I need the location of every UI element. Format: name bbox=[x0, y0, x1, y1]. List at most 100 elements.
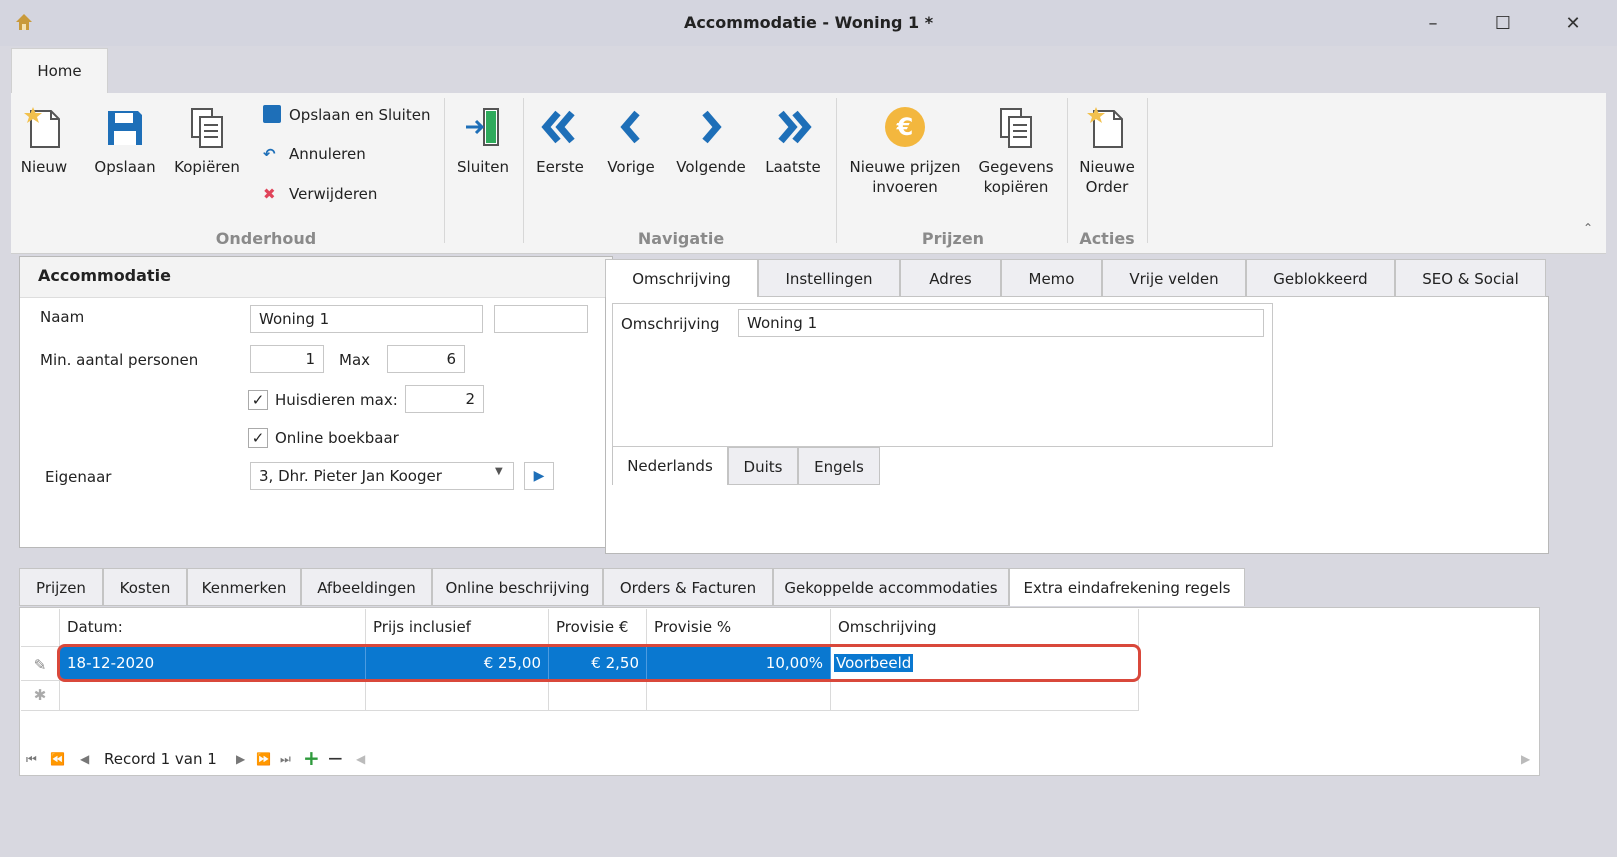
new-row-cell[interactable] bbox=[549, 681, 647, 711]
grid-cell-omschrijving-text: Voorbeeld bbox=[834, 654, 914, 672]
nieuwe-order-label: Nieuwe bbox=[1079, 158, 1135, 176]
volgende-label: Volgende bbox=[676, 158, 746, 176]
group-navigatie: Navigatie bbox=[637, 229, 725, 248]
bottom-tab-kosten[interactable]: Kosten bbox=[103, 568, 187, 606]
tab-vrije-velden[interactable]: Vrije velden bbox=[1102, 259, 1246, 297]
next-page-icon[interactable]: ⏩ bbox=[256, 752, 271, 766]
ribbon-separator bbox=[523, 98, 524, 243]
lang-tab-duits[interactable]: Duits bbox=[728, 447, 798, 485]
verwijderen-button[interactable]: ✖ Verwijderen bbox=[263, 184, 377, 204]
remove-record-icon[interactable]: − bbox=[327, 746, 344, 770]
column-header-3[interactable]: Provisie % bbox=[647, 609, 831, 647]
nieuwe-prijzen-label: Nieuwe prijzen bbox=[849, 158, 961, 176]
bottom-tab-afbeeldingen[interactable]: Afbeeldingen bbox=[301, 568, 432, 606]
naam-extra-input[interactable] bbox=[494, 305, 588, 333]
vorige-button[interactable]: Vorige bbox=[603, 105, 659, 177]
laatste-label: Laatste bbox=[765, 158, 821, 176]
record-indicator: Record 1 van 1 bbox=[104, 750, 217, 768]
bottom-tab-kenmerken[interactable]: Kenmerken bbox=[187, 568, 301, 606]
delete-icon: ✖ bbox=[263, 185, 276, 203]
column-header-4[interactable]: Omschrijving bbox=[831, 609, 1139, 647]
column-header-1[interactable]: Prijs inclusief bbox=[366, 609, 549, 647]
max-personen-input[interactable]: 6 bbox=[387, 345, 465, 373]
double-chevron-left-icon bbox=[541, 110, 575, 144]
omschrijving-input[interactable]: Woning 1 bbox=[738, 309, 1264, 337]
tab-geblokkeerd[interactable]: Geblokkeerd bbox=[1246, 259, 1395, 297]
eerste-label: Eerste bbox=[536, 158, 584, 176]
play-arrow-icon: ▶ bbox=[533, 468, 545, 484]
kopieren-button[interactable]: Kopiëren bbox=[171, 105, 243, 177]
bottom-tab-gekoppelde-accommodaties[interactable]: Gekoppelde accommodaties bbox=[773, 568, 1009, 606]
ribbon-separator bbox=[836, 98, 837, 243]
tab-home[interactable]: Home bbox=[11, 48, 108, 95]
sluiten-button[interactable]: Sluiten bbox=[453, 105, 513, 177]
new-row-cell[interactable] bbox=[366, 681, 549, 711]
nieuwe-order-button[interactable]: Nieuwe Order bbox=[1075, 105, 1139, 197]
huisdieren-checkbox[interactable]: ✓ bbox=[248, 390, 268, 410]
opslaan-button[interactable]: Opslaan bbox=[93, 105, 157, 177]
eigenaar-select[interactable]: 3, Dhr. Pieter Jan Kooger bbox=[250, 462, 514, 490]
minimize-button[interactable]: – bbox=[1413, 10, 1453, 38]
new-row-cell[interactable] bbox=[60, 681, 366, 711]
close-button[interactable]: ✕ bbox=[1553, 10, 1593, 38]
prev-record-icon[interactable]: ◀ bbox=[80, 752, 89, 766]
exit-icon bbox=[466, 108, 499, 146]
nieuw-button[interactable]: Nieuw bbox=[19, 105, 69, 177]
gegevens-label-line2: kopiëren bbox=[983, 178, 1049, 196]
column-header-2[interactable]: Provisie € bbox=[549, 609, 647, 647]
euro-coin-icon: € bbox=[885, 107, 925, 147]
grid-indicator-header bbox=[21, 609, 60, 647]
grid-cell-provisie_pct[interactable]: 10,00% bbox=[647, 647, 831, 681]
laatste-button[interactable]: Laatste bbox=[761, 105, 825, 177]
grid-cell-prijs[interactable]: € 25,00 bbox=[366, 647, 549, 681]
group-acties: Acties bbox=[1079, 229, 1135, 248]
next-record-icon[interactable]: ▶ bbox=[236, 752, 245, 766]
naam-input[interactable]: Woning 1 bbox=[250, 305, 483, 333]
annuleren-button[interactable]: ↶ Annuleren bbox=[263, 144, 366, 164]
bottom-tab-extra-eindafrekening-regels[interactable]: Extra eindafrekening regels bbox=[1009, 568, 1245, 606]
accommodatie-header: Accommodatie bbox=[38, 266, 171, 285]
eerste-button[interactable]: Eerste bbox=[531, 105, 589, 177]
bottom-tab-online-beschrijving[interactable]: Online beschrijving bbox=[432, 568, 603, 606]
scroll-left-icon[interactable]: ◀ bbox=[356, 752, 365, 766]
dropdown-arrow-icon[interactable]: ▼ bbox=[495, 466, 503, 477]
grid-cell-datum[interactable]: 18-12-2020 bbox=[60, 647, 366, 681]
lang-tab-engels[interactable]: Engels bbox=[798, 447, 880, 485]
nieuw-label: Nieuw bbox=[20, 158, 68, 176]
bottom-tab-prijzen[interactable]: Prijzen bbox=[19, 568, 103, 606]
grid-cell-provisie_eur[interactable]: € 2,50 bbox=[549, 647, 647, 681]
scroll-right-icon[interactable]: ▶ bbox=[1521, 752, 1530, 766]
huisdieren-max-input[interactable]: 2 bbox=[405, 385, 484, 413]
chevron-left-icon bbox=[620, 110, 640, 144]
tab-adres[interactable]: Adres bbox=[900, 259, 1001, 297]
maximize-button[interactable]: ☐ bbox=[1483, 10, 1523, 38]
eigenaar-label: Eigenaar bbox=[45, 468, 112, 486]
grid-cell-omschrijving[interactable]: Voorbeeld bbox=[831, 647, 1139, 681]
tab-instellingen[interactable]: Instellingen bbox=[758, 259, 900, 297]
add-record-icon[interactable]: + bbox=[303, 746, 320, 770]
lang-tab-nederlands[interactable]: Nederlands bbox=[612, 447, 728, 485]
gegevens-kopieren-button[interactable]: Gegevens kopiëren bbox=[973, 105, 1059, 197]
tab-seo-social[interactable]: SEO & Social bbox=[1395, 259, 1546, 297]
last-page-icon[interactable]: ⏭ bbox=[280, 752, 291, 767]
nieuwe-prijzen-button[interactable]: € Nieuwe prijzen invoeren bbox=[847, 105, 963, 197]
prev-page-icon[interactable]: ⏪ bbox=[50, 752, 65, 766]
column-header-0[interactable]: Datum: bbox=[60, 609, 366, 647]
open-eigenaar-button[interactable]: ▶ bbox=[524, 462, 554, 490]
new-row-cell[interactable] bbox=[831, 681, 1139, 711]
new-order-icon bbox=[1087, 107, 1123, 148]
collapse-ribbon-icon[interactable]: ⌃ bbox=[1583, 221, 1593, 235]
gegevens-label: Gegevens bbox=[978, 158, 1054, 176]
min-personen-input[interactable]: 1 bbox=[250, 345, 324, 373]
tab-memo[interactable]: Memo bbox=[1001, 259, 1102, 297]
save-close-icon bbox=[263, 105, 281, 123]
first-page-icon[interactable]: ⏮ bbox=[26, 752, 37, 767]
new-row-cell[interactable] bbox=[647, 681, 831, 711]
online-boekbaar-checkbox[interactable]: ✓ bbox=[248, 428, 268, 448]
bottom-tab-orders-facturen[interactable]: Orders & Facturen bbox=[603, 568, 773, 606]
opslaan-en-sluiten-button[interactable]: Opslaan en Sluiten bbox=[263, 105, 430, 125]
double-chevron-right-icon bbox=[778, 110, 812, 144]
new-row-star-icon: ✱ bbox=[21, 681, 60, 711]
tab-omschrijving[interactable]: Omschrijving bbox=[605, 259, 758, 297]
volgende-button[interactable]: Volgende bbox=[673, 105, 749, 177]
